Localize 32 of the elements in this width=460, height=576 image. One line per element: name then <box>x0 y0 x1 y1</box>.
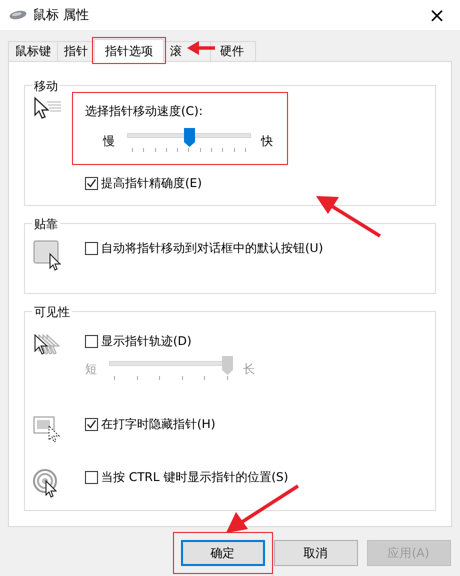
window-title: 鼠标 属性 <box>33 7 90 24</box>
mouse-icon <box>9 10 27 20</box>
speed-pointer-icon <box>33 96 63 120</box>
annotation-arrow <box>187 41 215 55</box>
checkbox-option[interactable]: 显示指针轨迹(D) <box>85 333 257 350</box>
annotation-arrow <box>316 196 381 238</box>
tab[interactable]: 鼠标键 <box>8 41 58 61</box>
group-title: 可见性 <box>32 304 72 321</box>
group-title: 贴靠 <box>32 216 60 233</box>
group-title: 移动 <box>32 78 60 95</box>
slider-min-label: 短 <box>85 360 98 378</box>
checkbox[interactable] <box>85 177 98 190</box>
slider[interactable] <box>127 128 251 154</box>
dialog-button[interactable]: 确定 <box>180 540 264 566</box>
slider-max-label: 快 <box>261 132 274 150</box>
checkbox-option[interactable]: 当按 CTRL 键时显示指针的位置(S) <box>85 469 288 486</box>
slider-min-label: 慢 <box>103 132 116 150</box>
checkbox-option[interactable]: 提高指针精确度(E) <box>85 175 288 192</box>
checkbox[interactable] <box>85 335 98 348</box>
hidden-pointer-icon <box>33 416 61 444</box>
slider-thumb[interactable] <box>184 128 194 147</box>
checkbox[interactable] <box>85 418 98 431</box>
dialog-button[interactable]: 取消 <box>274 540 358 566</box>
checkbox[interactable] <box>85 471 98 484</box>
slider-label: 选择指针移动速度(C): <box>85 103 204 120</box>
checkbox[interactable] <box>85 242 98 255</box>
close-button[interactable]: × <box>414 0 460 30</box>
slider-max-label: 长 <box>243 360 256 378</box>
tab[interactable]: 指针选项 <box>94 39 164 62</box>
checkbox-option[interactable]: 自动将指针移动到对话框中的默认按钮(U) <box>85 240 324 257</box>
tab[interactable]: 硬件 <box>210 41 256 61</box>
checkbox-option[interactable]: 在打字时隐藏指针(H) <box>85 416 216 433</box>
